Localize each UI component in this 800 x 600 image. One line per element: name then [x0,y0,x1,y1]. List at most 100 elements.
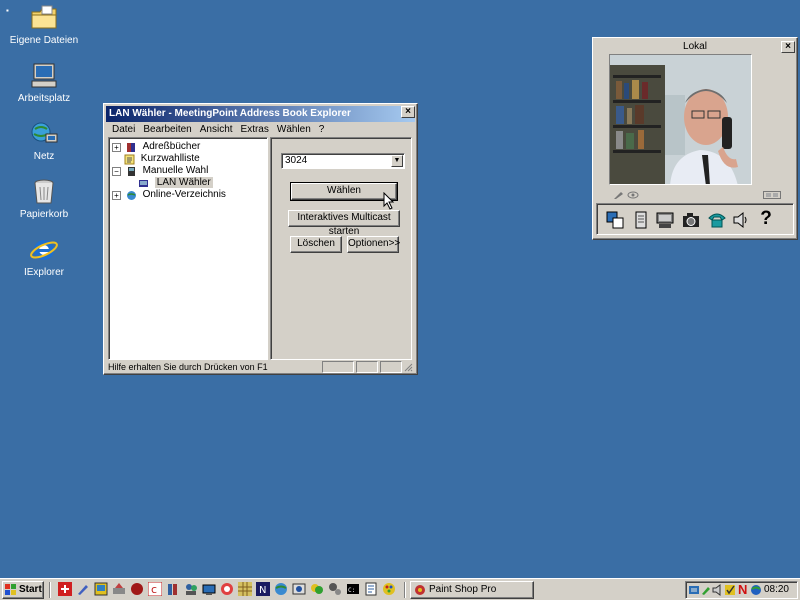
desktop-icon-internet-explorer[interactable]: IExplorer [4,236,84,279]
monitor-app-icon[interactable] [94,582,108,596]
address-value: 3024 [285,155,308,166]
red-ball-icon[interactable] [130,582,144,596]
internet-explorer-icon [29,236,59,264]
recycle-bin-icon [29,178,59,206]
tools-icon[interactable] [112,582,126,596]
tree-expander[interactable]: + [112,190,121,200]
tree-item-address-books[interactable]: + Adreßbücher [112,141,200,153]
taskbar-item-paint-shop-pro[interactable]: Paint Shop Pro [410,581,534,599]
pencil-icon[interactable] [613,190,625,200]
taskbar-item-label: Paint Shop Pro [429,584,497,595]
tree-expander[interactable]: − [112,166,121,176]
status-bar: Hilfe erhalten Sie durch Drücken von F1 [108,361,413,373]
paint-shop-pro-icon [415,585,425,595]
desktop-icon-my-documents[interactable]: Eigene Dateien [4,4,84,47]
interactive-multicast-button[interactable]: Interaktives Multicast starten [288,210,400,237]
books-icon[interactable] [166,582,180,596]
network-tool-icon[interactable] [202,582,216,596]
tray-tool-icon[interactable] [700,584,712,596]
address-book-window: LAN Wähler - MeetingPoint Address Book E… [103,103,418,375]
globe-app-icon[interactable] [274,582,288,596]
globe-icon [126,190,136,200]
gears-icon[interactable] [328,582,342,596]
chat-app-icon[interactable] [310,582,324,596]
video-preview [609,54,752,185]
taskbar: Start c N C: Paint Shop Pro N 08:20 [0,578,800,600]
eye-icon[interactable] [627,190,639,200]
menu-dial[interactable]: Wählen [273,123,315,137]
paint-app-icon[interactable] [382,582,396,596]
menu-file[interactable]: Datei [108,123,139,137]
pen-tool-icon[interactable] [76,582,90,596]
status-text: Hilfe erhalten Sie durch Drücken von F1 [108,362,268,372]
menu-view[interactable]: Ansicht [196,123,237,137]
desktop-icon-label: Arbeitsplatz [17,93,71,104]
n-app-icon[interactable]: N [256,582,270,596]
start-button[interactable]: Start [2,581,44,599]
list-icon[interactable] [631,210,651,230]
system-tray: N 08:20 [685,581,798,599]
desktop-icon-recycle-bin[interactable]: Papierkorb [4,178,84,221]
tray-volume-icon[interactable] [712,584,724,596]
pip-toggle-icon[interactable] [763,191,781,199]
video-close-button[interactable]: × [781,41,795,53]
tree-item-lan-dialer[interactable]: LAN Wähler [138,177,213,189]
tree-item-speed-dial[interactable]: Kurzwahlliste [124,153,200,165]
svg-text:N: N [259,585,266,596]
document-app-icon[interactable] [364,582,378,596]
address-book-icon[interactable] [605,210,625,230]
tray-antivirus-icon[interactable] [724,584,736,596]
media-app-icon[interactable] [292,582,306,596]
address-combobox[interactable]: 3024 ▼ [281,153,405,169]
grid-app-icon[interactable] [238,582,252,596]
folder-icon [29,4,59,32]
phone-book-icon [127,166,135,176]
menu-extras[interactable]: Extras [237,123,273,137]
desktop-icon-network[interactable]: Netz [4,120,84,163]
phone-icon[interactable] [707,210,727,230]
tray-globe-icon[interactable] [750,584,762,596]
tree-item-manual-dial[interactable]: − Manuelle Wahl [112,165,208,177]
desktop-icon-my-computer[interactable]: Arbeitsplatz [4,62,84,105]
desktop-icon-label: IExplorer [23,267,64,278]
taskbar-separator [49,582,51,598]
taskbar-separator [404,582,406,598]
swiss-app-icon[interactable] [58,582,72,596]
status-cell [356,361,378,373]
tray-n-icon[interactable]: N [738,582,747,598]
clock[interactable]: 08:20 [764,582,789,598]
delete-button[interactable]: Löschen [290,236,342,253]
window-close-button[interactable]: × [401,106,415,118]
desktop-icon-label: Netz [33,151,55,162]
red-app-icon[interactable] [220,582,234,596]
help-icon[interactable]: ? [757,208,775,230]
dial-button[interactable]: Wählen [290,182,398,201]
chevron-down-icon[interactable]: ▼ [391,155,403,167]
camera-icon[interactable] [681,210,701,230]
svg-text:c: c [151,583,157,596]
window-title: LAN Wähler - MeetingPoint Address Book E… [106,106,415,122]
address-books-icon [126,142,135,152]
svg-text:C:: C: [348,587,355,594]
menu-help[interactable]: ? [315,123,329,137]
tree-item-online-directory[interactable]: + Online-Verzeichnis [112,189,226,201]
tree-expander[interactable]: + [112,142,121,152]
dos-prompt-icon[interactable]: C: [346,582,360,596]
resize-grip-icon[interactable] [404,363,413,372]
windows-logo-icon [5,584,16,595]
desktop-icon-label: Eigene Dateien [9,35,79,46]
tray-network-icon[interactable] [688,584,700,596]
video-toolbar: ? [596,203,794,235]
computer-icon [29,62,59,90]
c-app-icon[interactable]: c [148,582,162,596]
start-label: Start [19,584,42,595]
address-tree[interactable]: + Adreßbücher Kurzwahlliste − Manuelle W… [108,137,268,360]
people-icon[interactable] [184,582,198,596]
options-button[interactable]: Optionen>> [347,236,400,253]
status-cell [322,361,354,373]
video-feed-image [610,55,751,184]
menubar: Datei Bearbeiten Ansicht Extras Wählen ? [108,123,328,137]
speaker-icon[interactable] [731,210,751,230]
menu-edit[interactable]: Bearbeiten [139,123,195,137]
conference-icon[interactable] [655,210,675,230]
